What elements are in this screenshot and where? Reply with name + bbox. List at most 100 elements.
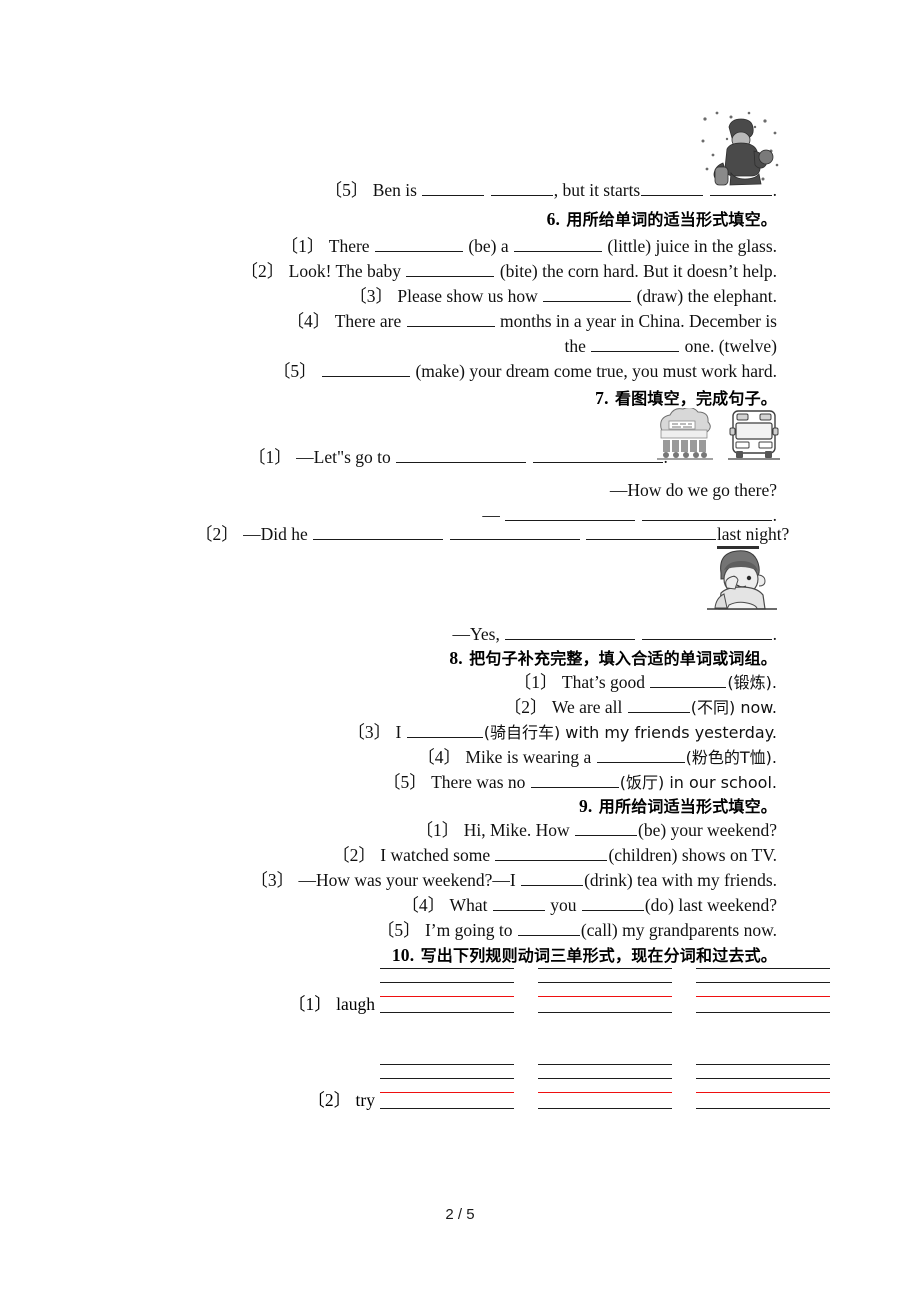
writing-guide-cell[interactable] — [538, 968, 672, 1014]
item-text: Mike is wearing a — [465, 747, 592, 767]
writing-guide-cell[interactable] — [380, 1064, 514, 1110]
exercise10-row1-guides — [380, 968, 830, 1014]
item-marker: 〔2〕 — [195, 524, 239, 544]
answer-blank[interactable] — [517, 920, 580, 936]
exercise8-item2: 〔2〕 We are all (不同) now. — [504, 695, 777, 720]
answer-blank[interactable] — [575, 820, 638, 836]
answer-blank[interactable] — [505, 624, 636, 640]
guide-line-top — [380, 1064, 514, 1065]
answer-blank[interactable] — [543, 286, 632, 302]
guide-line-base — [538, 1012, 672, 1013]
answer-blank[interactable] — [641, 624, 772, 640]
exercise6-number: 6. — [546, 209, 561, 229]
answer-end: . — [772, 624, 777, 644]
answer-blank[interactable] — [492, 895, 545, 911]
writing-guide-cell[interactable] — [696, 968, 830, 1014]
answer-blank[interactable] — [709, 180, 772, 196]
item-marker: 〔1〕 — [280, 236, 325, 256]
worksheet-page: 〔5〕 Ben is , but it starts . 6. 用所给单词的适当… — [0, 0, 920, 1302]
answer-blank[interactable] — [532, 447, 663, 463]
answer-blank[interactable] — [581, 895, 644, 911]
person-in-snow-clipart — [697, 107, 783, 189]
item-text: (bite) the corn hard. But it doesn’t hel… — [499, 261, 777, 281]
item-marker: 〔1〕 — [415, 820, 460, 840]
exercise7-item2-answer: —Yes, . — [453, 622, 777, 647]
boy-thinking-clipart — [697, 543, 783, 621]
answer-blank[interactable] — [585, 524, 716, 540]
guide-line-upper — [538, 982, 672, 983]
item-text: That’s good — [561, 672, 646, 692]
verb-word: laugh — [336, 994, 375, 1014]
answer-blank[interactable] — [490, 180, 553, 196]
guide-line-base — [380, 1012, 514, 1013]
exercise10-heading: 10. 写出下列规则动词三单形式，现在分词和过去式。 — [392, 943, 777, 969]
item-hint: (call) my grandparents now. — [580, 920, 777, 940]
answer-blank[interactable] — [596, 747, 685, 763]
answer-text: —Yes, — [452, 624, 500, 644]
answer-blank[interactable] — [627, 697, 690, 713]
answer-blank[interactable] — [521, 870, 584, 886]
item-text: There are — [334, 311, 402, 331]
writing-guide-cell[interactable] — [696, 1064, 830, 1110]
item-marker: 〔2〕 — [307, 1090, 352, 1110]
item-marker: 〔4〕 — [286, 311, 331, 331]
answer-blank[interactable] — [406, 722, 483, 738]
answer-blank[interactable] — [641, 505, 772, 521]
item-marker: 〔5〕 — [272, 361, 317, 381]
item-text: one. (twelve) — [684, 336, 777, 356]
item-text: We are all — [551, 697, 623, 717]
answer-blank[interactable] — [422, 180, 485, 196]
exercise6-item3: 〔3〕 Please show us how (draw) the elepha… — [349, 284, 777, 309]
guide-line-base — [696, 1108, 830, 1109]
exercise8-item3: 〔3〕 I (骑自行车) with my friends yesterday. — [347, 720, 777, 745]
exercise6-item2: 〔2〕 Look! The baby (bite) the corn hard.… — [241, 259, 778, 284]
item-marker: 〔4〕 — [417, 747, 462, 767]
item-hint: (drink) tea with my friends. — [584, 870, 777, 890]
item-hint: (children) shows on TV. — [608, 845, 777, 865]
guide-line-top — [696, 968, 830, 969]
answer-blank[interactable] — [641, 180, 704, 196]
item-marker: 〔5〕 — [324, 180, 369, 200]
answer-blank[interactable] — [591, 336, 680, 352]
item-marker: 〔2〕 — [503, 697, 548, 717]
answer-blank[interactable] — [406, 261, 495, 277]
item-hint: (do) last weekend? — [644, 895, 777, 915]
answer-blank[interactable] — [322, 361, 411, 377]
answer-blank[interactable] — [449, 524, 580, 540]
answer-blank[interactable] — [374, 236, 463, 252]
guide-line-top — [538, 968, 672, 969]
item-text: I watched some — [380, 845, 491, 865]
answer-blank[interactable] — [396, 447, 527, 463]
exercise5-item5: 〔5〕 Ben is , but it starts . — [325, 178, 777, 203]
guide-line-top — [696, 1064, 830, 1065]
item-marker: 〔3〕 — [349, 286, 393, 306]
exercise10-row1-label: 〔1〕 laugh — [195, 992, 375, 1017]
writing-guide-cell[interactable] — [380, 968, 514, 1014]
answer-blank[interactable] — [495, 845, 608, 861]
answer-blank[interactable] — [505, 505, 636, 521]
guide-line-upper — [538, 1078, 672, 1079]
answer-blank[interactable] — [406, 311, 495, 327]
item-hint: (饭厅) in our school. — [619, 773, 777, 792]
item-text-end: last night? — [716, 524, 790, 544]
item-marker: 〔1〕 — [248, 447, 292, 467]
item-marker: 〔3〕 — [347, 722, 392, 742]
answer-blank[interactable] — [530, 772, 619, 788]
guide-line-red — [380, 1092, 514, 1093]
exercise6-item1: 〔1〕 There (be) a (little) juice in the g… — [281, 234, 777, 259]
exercise8-title: 把句子补充完整，填入合适的单词或词组。 — [469, 649, 777, 668]
item-text: the — [564, 336, 586, 356]
exercise6-item5: 〔5〕 (make) your dream come true, you mus… — [273, 359, 777, 384]
writing-guide-cell[interactable] — [538, 1064, 672, 1110]
item-marker: 〔1〕 — [287, 994, 332, 1014]
exercise10-number: 10. — [391, 945, 415, 965]
exercise8-item4: 〔4〕 Mike is wearing a (粉色的T恤). — [417, 745, 777, 770]
item-text: months in a year in China. December is — [499, 311, 777, 331]
answer-blank[interactable] — [313, 524, 444, 540]
item-hint: (不同) now. — [690, 698, 777, 717]
item-text: (make) your dream come true, you must wo… — [415, 361, 777, 381]
item-text: Please show us how — [397, 286, 538, 306]
answer-blank[interactable] — [514, 236, 603, 252]
exercise8-item1: 〔1〕 That’s good (锻炼). — [514, 670, 777, 695]
answer-blank[interactable] — [650, 672, 727, 688]
